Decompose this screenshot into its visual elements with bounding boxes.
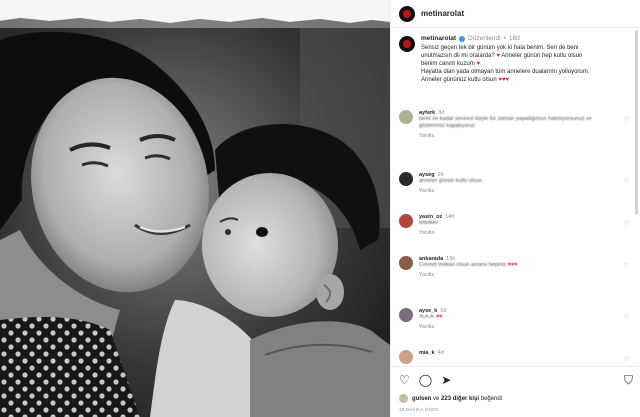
comment-text: anneler günün kutlu olsun: [419, 178, 482, 184]
comment-item: yasin_oz 14h tebrikler Yanıtla ♡: [399, 214, 631, 236]
caption-username[interactable]: metinarolat: [421, 35, 456, 42]
caption-line: Sensiz geçen tek bir günüm yok ki hala b…: [421, 45, 579, 51]
share-icon[interactable]: ➤: [441, 374, 451, 386]
comment-text: tebrikler: [419, 220, 439, 226]
post-side-panel: metinarolat metinarolat Düzenlendi • 18d…: [390, 0, 640, 417]
edited-label: Düzenlendi: [468, 35, 501, 42]
comment-avatar[interactable]: [399, 256, 413, 270]
likes-others[interactable]: 223 diğer kişi: [441, 396, 479, 402]
comment-avatar[interactable]: [399, 350, 413, 364]
author-avatar[interactable]: [399, 5, 415, 22]
instagram-post-modal: metinarolat metinarolat Düzenlendi • 18d…: [0, 0, 640, 417]
comment-text-body: Cennet mekan olsun annesi hepiniz: [419, 262, 507, 268]
comments-scrollbar[interactable]: [635, 30, 638, 215]
verified-badge-icon: [459, 35, 466, 42]
comment-item: mia_k 4d ♡: [399, 350, 631, 364]
caption-line: unutmazsın dii mi oralarda?: [421, 53, 495, 59]
post-photo: [0, 0, 390, 417]
comment-like-icon[interactable]: ♡: [624, 116, 629, 123]
likes-suffix: beğendi: [480, 395, 503, 402]
comment-item: ayseg 2h anneler günün kutlu olsun Yanıtl…: [399, 172, 631, 194]
post-age: 18d: [508, 35, 520, 42]
comment-like-icon[interactable]: ♡: [624, 314, 629, 321]
post-caption: metinarolat Düzenlendi • 18d Sensiz geçe…: [391, 28, 640, 84]
comment-item: ankarada 15h Cennet mekan olsun annesi he…: [399, 256, 631, 278]
reply-link[interactable]: Yanıtla: [419, 230, 619, 236]
comment-text-body: ᗅᗅᗅ: [419, 314, 435, 320]
comment-avatar[interactable]: [399, 172, 413, 186]
comment-text: ᗅᗅᗅ ♥♥: [419, 314, 619, 321]
heart-emoji: ♥♥♥: [498, 77, 510, 83]
liker-avatar[interactable]: [399, 394, 408, 403]
heart-emoji: ♥: [476, 61, 480, 67]
post-actions-bar: ♡ ◯ ➤ ⛉: [391, 366, 640, 392]
dot-separator: •: [503, 35, 506, 42]
bookmark-icon[interactable]: ⛉: [624, 374, 633, 386]
caption-text: Sensiz geçen tek bir günüm yok ki hala b…: [421, 44, 626, 84]
likes-summary: gulsen ve 223 diğer kişi beğendi: [399, 394, 502, 403]
comment-like-icon[interactable]: ♡: [624, 220, 629, 227]
heart-emoji: ♥: [496, 53, 500, 59]
comment-text: Cennet mekan olsun annesi hepiniz ♥♥♥: [419, 262, 619, 269]
comment-avatar[interactable]: [399, 214, 413, 228]
comment-age: 4d: [437, 350, 444, 356]
comment-icon[interactable]: ◯: [419, 374, 432, 386]
comment-like-icon[interactable]: ♡: [624, 356, 629, 363]
comment-username[interactable]: mia_k: [419, 350, 435, 356]
reply-link[interactable]: Yanıtla: [419, 188, 619, 194]
photo-drawing: [0, 0, 390, 417]
comment-text: birini ne kadar sevince böyle bir zaman …: [419, 116, 592, 129]
heart-emoji: ♥♥♥: [507, 262, 518, 268]
reply-link[interactable]: Yanıtla: [419, 324, 619, 330]
reply-link[interactable]: Yanıtla: [419, 133, 619, 139]
caption-line: Anneler gününüz kutlu olsun: [421, 77, 497, 83]
caption-avatar[interactable]: [399, 36, 415, 52]
heart-icon[interactable]: ♡: [399, 374, 410, 386]
author-username[interactable]: metinarolat: [421, 9, 464, 18]
comment-avatar[interactable]: [399, 308, 413, 322]
comment-like-icon[interactable]: ♡: [624, 178, 629, 185]
heart-emoji: ♥♥: [436, 314, 443, 320]
caption-line: benim canım kuzum: [421, 61, 475, 67]
post-header: metinarolat: [391, 0, 640, 28]
comment-item: ayse_k 5d ᗅᗅᗅ ♥♥ Yanıtla ♡: [399, 308, 631, 330]
comment-like-icon[interactable]: ♡: [624, 262, 629, 269]
comment-item: ayferk 3d birini ne kadar sevince böyle b…: [399, 110, 631, 139]
post-date: 18 DAKİKA ÖNCE: [399, 407, 439, 412]
reply-link[interactable]: Yanıtla: [419, 272, 619, 278]
comment-avatar[interactable]: [399, 110, 413, 124]
caption-line: Hayatta olan yada olmayan tüm annelere d…: [421, 69, 590, 75]
likes-connector: ve: [433, 395, 440, 402]
caption-line: Anneler günün hep kutlu olsun: [501, 53, 583, 59]
liker-username[interactable]: gulsen: [412, 396, 431, 402]
